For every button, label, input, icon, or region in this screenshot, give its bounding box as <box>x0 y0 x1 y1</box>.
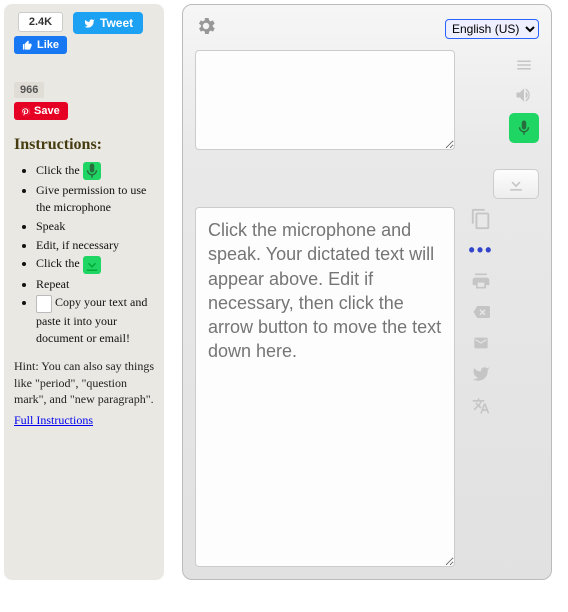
email-button[interactable] <box>467 331 495 355</box>
instructions-list: Click the Give permission to use the mic… <box>14 162 154 346</box>
hint-text: Hint: You can also say things like "peri… <box>14 358 154 407</box>
translate-button[interactable] <box>467 393 495 417</box>
instr-item-permission: Give permission to use the microphone <box>36 182 154 216</box>
twitter-icon <box>471 365 491 383</box>
delete-button[interactable] <box>467 300 495 324</box>
instr-item-click-mic: Click the <box>36 162 154 180</box>
clipboard-icon <box>36 295 52 313</box>
like-count: 2.4K <box>18 12 63 32</box>
main-panel: English (US) <box>182 4 552 580</box>
social-row: 2.4K Like Tweet <box>14 12 154 54</box>
gear-icon <box>195 15 217 37</box>
settings-button[interactable] <box>195 15 217 42</box>
upper-toolbar <box>509 53 539 143</box>
like-button[interactable]: Like <box>14 36 67 54</box>
like-label: Like <box>37 39 59 51</box>
instr-item-repeat: Repeat <box>36 276 154 293</box>
sidebar: 2.4K Like Tweet 966 Save Instructions: C… <box>4 4 164 580</box>
dictation-input[interactable] <box>195 50 455 150</box>
copy-button[interactable] <box>467 207 495 231</box>
facebook-like-widget[interactable]: 2.4K Like <box>14 12 67 54</box>
instructions-heading: Instructions: <box>14 136 154 154</box>
microphone-icon <box>515 117 533 139</box>
print-icon <box>470 271 492 291</box>
twitter-icon <box>83 18 96 29</box>
thumbs-up-icon <box>22 40 33 51</box>
move-down-button[interactable] <box>493 169 539 199</box>
backspace-icon <box>469 303 493 321</box>
bottom-area: ••• <box>195 207 539 567</box>
lower-toolbar: ••• <box>461 207 501 567</box>
download-icon <box>83 256 101 274</box>
translate-icon <box>470 395 492 415</box>
download-icon <box>505 174 527 194</box>
top-bar: English (US) <box>195 15 539 42</box>
pinterest-row: 966 <box>14 82 154 98</box>
language-select[interactable]: English (US) <box>445 19 539 39</box>
speaker-icon <box>513 85 535 105</box>
instr-item-click-download: Click the <box>36 255 154 273</box>
download-row <box>195 169 539 199</box>
pin-save-button[interactable]: Save <box>14 102 68 120</box>
microphone-button[interactable] <box>509 113 539 143</box>
more-icon: ••• <box>469 240 494 261</box>
speaker-button[interactable] <box>510 83 538 107</box>
microphone-icon <box>83 162 101 180</box>
copy-icon <box>470 208 492 230</box>
more-button[interactable]: ••• <box>467 238 495 262</box>
instr-item-edit: Edit, if necessary <box>36 237 154 254</box>
menu-button[interactable] <box>510 53 538 77</box>
instr-item-speak: Speak <box>36 218 154 235</box>
pin-save-label: Save <box>34 105 60 117</box>
tweet-label: Tweet <box>100 16 133 30</box>
output-textarea[interactable] <box>195 207 455 567</box>
instr-item-copy: Copy your text and paste it into your do… <box>36 294 154 346</box>
hamburger-icon <box>513 56 535 74</box>
twitter-share-button[interactable] <box>467 362 495 386</box>
pin-save-row: Save <box>14 102 154 120</box>
pin-count: 966 <box>14 82 44 98</box>
email-icon <box>470 335 492 351</box>
full-instructions-link[interactable]: Full Instructions <box>14 413 154 428</box>
print-button[interactable] <box>467 269 495 293</box>
pinterest-icon <box>20 106 31 117</box>
tweet-button[interactable]: Tweet <box>73 12 143 34</box>
